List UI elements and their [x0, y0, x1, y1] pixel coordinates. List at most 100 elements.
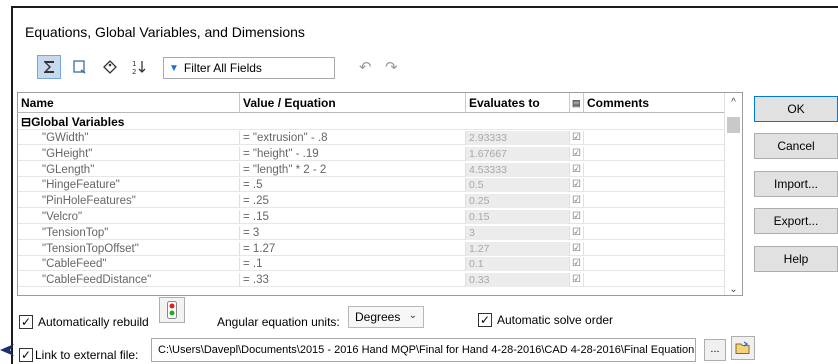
svg-text:1: 1 — [132, 60, 136, 68]
auto-solve-checkbox[interactable]: ✓ — [478, 313, 492, 327]
table-row[interactable]: "CableFeedDistance" = .33 0.33 ☑ — [18, 273, 724, 288]
annotation-arrow-icon — [0, 338, 22, 360]
cell-eval: 0.25 — [466, 194, 570, 209]
cell-eval: 3 — [466, 225, 570, 240]
import-button[interactable]: Import... — [754, 171, 838, 197]
row-checkbox-icon[interactable]: ☑ — [570, 241, 584, 256]
angular-units-label: Angular equation units: — [217, 315, 340, 329]
cell-comments[interactable] — [584, 131, 724, 145]
dialog-title: Equations, Global Variables, and Dimensi… — [25, 24, 305, 40]
cell-comments[interactable] — [584, 194, 724, 208]
cell-name[interactable]: "GHeight" — [18, 146, 240, 161]
cell-name[interactable]: "CableFeedDistance" — [18, 273, 240, 288]
filter-field[interactable]: ▼ Filter All Fields — [163, 57, 335, 79]
cell-name[interactable]: "GWidth" — [18, 131, 240, 145]
traffic-light-icon[interactable] — [159, 297, 185, 323]
cell-value[interactable]: = .15 — [240, 210, 466, 224]
header-comments[interactable]: Comments — [584, 93, 724, 113]
row-checkbox-icon[interactable]: ☑ — [570, 273, 584, 288]
table-row[interactable]: "TensionTopOffset" = 1.27 1.27 ☑ — [18, 241, 724, 256]
row-checkbox-icon[interactable]: ☑ — [570, 162, 584, 177]
table-row[interactable]: "TensionTop" = 3 3 ☑ — [18, 225, 724, 240]
table-row[interactable]: "GWidth" = "extrusion" - .8 2.93333 ☑ — [18, 131, 724, 145]
vertical-scrollbar[interactable]: ^ ⌄ — [724, 93, 742, 295]
cell-value[interactable]: = .5 — [240, 178, 466, 193]
row-checkbox-icon[interactable]: ☑ — [570, 178, 584, 193]
redo-icon[interactable]: ↷ — [385, 58, 398, 76]
row-checkbox-icon[interactable]: ☑ — [570, 194, 584, 209]
auto-rebuild-checkbox[interactable]: ✓ — [19, 315, 33, 329]
scroll-up-icon[interactable]: ^ — [725, 97, 742, 108]
svg-text:2: 2 — [132, 68, 136, 75]
row-checkbox-icon[interactable]: ☑ — [570, 225, 584, 240]
filter-view-icon[interactable] — [68, 55, 92, 79]
ok-button[interactable]: OK — [754, 96, 838, 122]
angular-units-value: Degrees — [355, 310, 401, 324]
cell-eval: 0.33 — [466, 273, 570, 288]
cell-value[interactable]: = 1.27 — [240, 241, 466, 256]
table-row[interactable]: "HingeFeature" = .5 0.5 ☑ — [18, 178, 724, 193]
cell-eval: 0.1 — [466, 257, 570, 272]
cell-name[interactable]: "Velcro" — [18, 210, 240, 224]
table-row[interactable]: "GHeight" = "height" - .19 1.67667 ☑ — [18, 146, 724, 161]
cell-value[interactable]: = .33 — [240, 273, 466, 288]
filter-label: Filter All Fields — [183, 61, 262, 75]
cell-comments[interactable] — [584, 210, 724, 224]
header-name[interactable]: Name — [18, 93, 240, 113]
file-path-text: C:\Users\Davepl\Documents\2015 - 2016 Ha… — [158, 344, 695, 356]
row-checkbox-icon[interactable]: ☑ — [570, 210, 584, 224]
browse-button[interactable]: ... — [704, 339, 726, 361]
export-button[interactable]: Export... — [754, 208, 838, 234]
undo-icon[interactable]: ↶ — [359, 58, 372, 76]
cell-eval: 1.67667 — [466, 146, 570, 161]
row-checkbox-icon[interactable]: ☑ — [570, 257, 584, 272]
help-button[interactable]: Help — [754, 246, 838, 272]
angular-units-select[interactable]: Degrees ⌄ — [348, 306, 424, 328]
cell-value[interactable]: = "extrusion" - .8 — [240, 131, 466, 145]
group-global-variables[interactable]: ⊟Global Variables — [18, 114, 724, 130]
auto-rebuild-label: Automatically rebuild — [38, 315, 149, 329]
scroll-down-icon[interactable]: ⌄ — [725, 284, 742, 295]
tag-icon[interactable] — [98, 55, 122, 79]
cell-comments[interactable] — [584, 257, 724, 271]
cell-comments[interactable] — [584, 226, 724, 240]
table-row[interactable]: "Velcro" = .15 0.15 ☑ — [18, 210, 724, 224]
equations-dialog: Equations, Global Variables, and Dimensi… — [11, 6, 838, 364]
cell-comments[interactable] — [584, 147, 724, 161]
cell-value[interactable]: = 3 — [240, 225, 466, 240]
cell-name[interactable]: "TensionTop" — [18, 225, 240, 240]
scroll-thumb[interactable] — [727, 117, 740, 133]
cell-name[interactable]: "HingeFeature" — [18, 178, 240, 193]
cell-value[interactable]: = .25 — [240, 194, 466, 209]
cell-comments[interactable] — [584, 163, 724, 177]
table-header: Name Value / Equation Evaluates to ▤ Com… — [18, 93, 724, 113]
group-label: ⊟Global Variables — [21, 115, 125, 129]
cell-value[interactable]: = "height" - .19 — [240, 146, 466, 161]
row-checkbox-icon[interactable]: ☑ — [570, 131, 584, 145]
cell-name[interactable]: "PinHoleFeatures" — [18, 194, 240, 209]
header-value[interactable]: Value / Equation — [240, 93, 466, 113]
open-folder-icon[interactable] — [731, 336, 755, 360]
auto-solve-label: Automatic solve order — [497, 313, 614, 327]
sort-icon[interactable]: 12 — [127, 55, 151, 79]
table-row[interactable]: "PinHoleFeatures" = .25 0.25 ☑ — [18, 194, 724, 209]
header-comment-icon: ▤ — [570, 93, 584, 113]
external-file-path[interactable]: C:\Users\Davepl\Documents\2015 - 2016 Ha… — [151, 338, 696, 362]
cell-eval: 2.93333 — [466, 131, 570, 145]
cell-eval: 0.15 — [466, 210, 570, 224]
cancel-button[interactable]: Cancel — [754, 133, 838, 159]
cell-name[interactable]: "GLength" — [18, 162, 240, 177]
header-evaluates[interactable]: Evaluates to — [466, 93, 570, 113]
cell-comments[interactable] — [584, 242, 724, 256]
cell-value[interactable]: = "length" * 2 - 2 — [240, 162, 466, 177]
table-row[interactable]: "GLength" = "length" * 2 - 2 4.53333 ☑ — [18, 162, 724, 177]
cell-name[interactable]: "TensionTopOffset" — [18, 241, 240, 256]
cell-comments[interactable] — [584, 273, 724, 287]
cell-comments[interactable] — [584, 178, 724, 192]
row-checkbox-icon[interactable]: ☑ — [570, 146, 584, 161]
sum-icon[interactable] — [37, 55, 61, 79]
link-external-label: Link to external file: — [35, 348, 139, 362]
cell-value[interactable]: = .1 — [240, 257, 466, 272]
table-row[interactable]: "CableFeed" = .1 0.1 ☑ — [18, 257, 724, 272]
cell-name[interactable]: "CableFeed" — [18, 257, 240, 272]
